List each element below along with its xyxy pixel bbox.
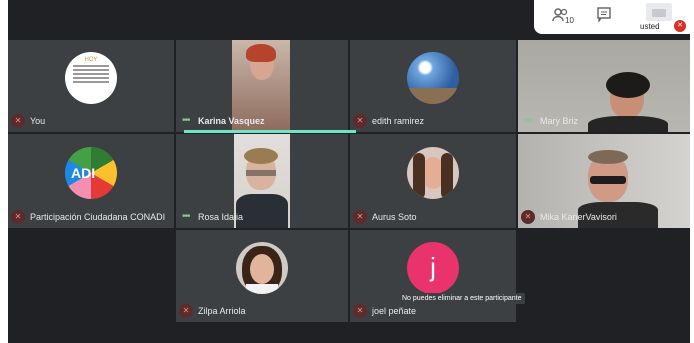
participant-tile-aurus[interactable]: ✕ Aurus Soto	[350, 134, 516, 228]
participant-avatar: j	[407, 242, 459, 294]
participant-tile-you[interactable]: HOY ✕ You	[8, 40, 174, 132]
participant-avatar	[407, 52, 459, 104]
conadi-logo: ADI	[65, 147, 117, 199]
mic-off-icon: ✕	[353, 114, 367, 128]
participant-name: Mika KanerVavisori	[540, 212, 617, 222]
participant-tile-mika[interactable]: ✕ Mika KanerVavisori	[518, 134, 690, 228]
participant-tile-karina[interactable]: ••• Karina Vasquez	[176, 40, 348, 132]
active-speaker-bar	[184, 130, 356, 133]
mic-off-icon: ✕	[179, 304, 193, 318]
participant-tile-edith[interactable]: ✕ edith ramirez	[350, 40, 516, 132]
participant-name: joel peñate	[372, 306, 417, 316]
mic-off-icon: ✕	[11, 114, 25, 128]
participant-name: Rosa Idalia	[198, 212, 244, 222]
mic-off-icon: ✕	[353, 210, 367, 224]
chat-icon	[597, 7, 611, 23]
participant-avatar	[407, 147, 459, 199]
participant-tile-mary[interactable]: ••• Mary Briz	[518, 40, 690, 132]
conadi-logo-text: ADI	[71, 165, 96, 181]
chat-button[interactable]	[596, 6, 620, 28]
participant-name: You	[30, 116, 46, 126]
tooltip: No puedes eliminar a este participante	[398, 293, 526, 304]
participant-tile-joel[interactable]: j ✕ joel peñate	[350, 230, 516, 322]
avatar-initial: j	[430, 252, 436, 282]
participant-avatar	[236, 242, 288, 294]
self-view-label: usted	[640, 22, 660, 31]
people-button[interactable]: 10	[552, 6, 576, 28]
top-controls: 10 usted ✕	[534, 0, 690, 34]
participant-name: Karina Vasquez	[198, 116, 265, 126]
participant-name: Zilpa Arriola	[198, 306, 246, 316]
participant-name: Mary Briz	[540, 116, 578, 126]
speaking-indicator-icon: •••	[182, 211, 190, 222]
participant-name: Aurus Soto	[372, 212, 417, 222]
mic-off-icon: ✕	[674, 20, 686, 32]
participant-tile-rosa[interactable]: ••• Rosa Idalia	[176, 134, 348, 228]
speaking-indicator-icon: •••	[182, 115, 190, 126]
meeting-grid: 10 usted ✕ HOY ✕ You ••• Karina Vasquez …	[8, 0, 690, 343]
mic-off-icon: ✕	[11, 210, 25, 224]
participant-tile-conadi[interactable]: ADI ✕ Participación Ciudadana CONADI	[8, 134, 174, 228]
participant-name: edith ramirez	[372, 116, 425, 126]
you-card-avatar: HOY	[65, 52, 117, 104]
self-view-thumbnail[interactable]	[646, 3, 672, 21]
you-card-heading: HOY	[84, 57, 98, 63]
mic-off-icon: ✕	[353, 304, 367, 318]
participant-tile-zilpa[interactable]: ✕ Zilpa Arriola	[176, 230, 348, 322]
participants-count: 10	[565, 16, 574, 25]
speaking-indicator-icon: •••	[524, 115, 532, 126]
participant-name: Participación Ciudadana CONADI	[30, 212, 166, 222]
mic-off-icon: ✕	[521, 210, 535, 224]
